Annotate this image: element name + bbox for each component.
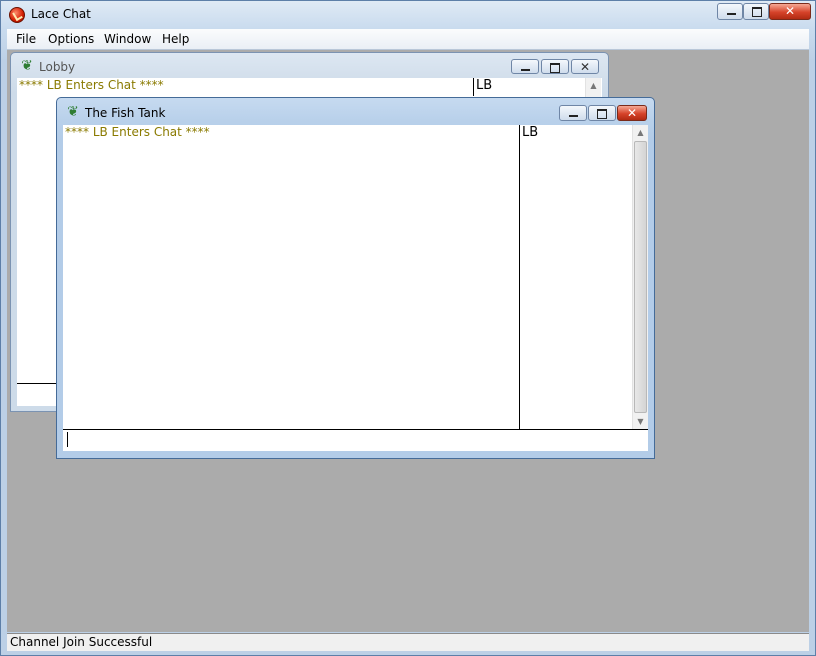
app-window: Lace Chat File Options Window Help ❦ Lob… xyxy=(0,0,816,656)
lobby-input-divider xyxy=(17,383,57,384)
leaf-icon: ❦ xyxy=(67,104,79,120)
status-text: Channel Join Successful xyxy=(10,635,153,649)
menu-options[interactable]: Options xyxy=(48,32,94,46)
scrollbar-thumb[interactable] xyxy=(634,141,647,413)
fish-tank-minimize-button[interactable] xyxy=(559,105,587,121)
text-caret xyxy=(67,432,68,447)
scroll-down-icon[interactable]: ▼ xyxy=(633,414,648,429)
app-maximize-button[interactable] xyxy=(743,3,769,20)
lobby-user-scrollbar[interactable]: ▲ xyxy=(585,78,601,98)
message-input[interactable] xyxy=(63,430,648,450)
menu-file[interactable]: File xyxy=(16,32,36,46)
fish-tank-user-scrollbar[interactable]: ▲ ▼ xyxy=(632,125,648,429)
app-title: Lace Chat xyxy=(31,7,91,21)
app-close-button[interactable] xyxy=(769,3,811,20)
lobby-splitter[interactable] xyxy=(473,78,474,96)
app-title-bar[interactable] xyxy=(5,3,811,27)
fish-tank-splitter[interactable] xyxy=(519,125,520,429)
app-minimize-button[interactable] xyxy=(717,3,743,20)
lobby-user[interactable]: LB xyxy=(476,78,492,93)
fish-tank-maximize-button[interactable] xyxy=(588,105,616,121)
lobby-minimize-button[interactable] xyxy=(511,59,539,74)
fish-tank-message: **** LB Enters Chat **** xyxy=(65,125,210,139)
scroll-up-icon[interactable]: ▲ xyxy=(633,125,648,140)
lobby-title: Lobby xyxy=(39,60,76,74)
scroll-up-icon[interactable]: ▲ xyxy=(586,78,601,93)
lace-app-icon[interactable] xyxy=(9,7,25,23)
menu-window[interactable]: Window xyxy=(104,32,151,46)
fish-tank-close-button[interactable] xyxy=(617,105,647,121)
fish-tank-pane xyxy=(63,125,648,451)
menu-help[interactable]: Help xyxy=(162,32,189,46)
fish-tank-user[interactable]: LB xyxy=(522,125,538,140)
leaf-icon: ❦ xyxy=(21,58,33,74)
lobby-message: **** LB Enters Chat **** xyxy=(19,78,164,92)
fish-tank-window[interactable]: ❦ The Fish Tank **** LB Enters Chat ****… xyxy=(56,97,655,459)
lobby-close-button[interactable] xyxy=(571,59,599,75)
lobby-maximize-button[interactable] xyxy=(541,59,569,74)
fish-tank-title: The Fish Tank xyxy=(85,106,166,120)
